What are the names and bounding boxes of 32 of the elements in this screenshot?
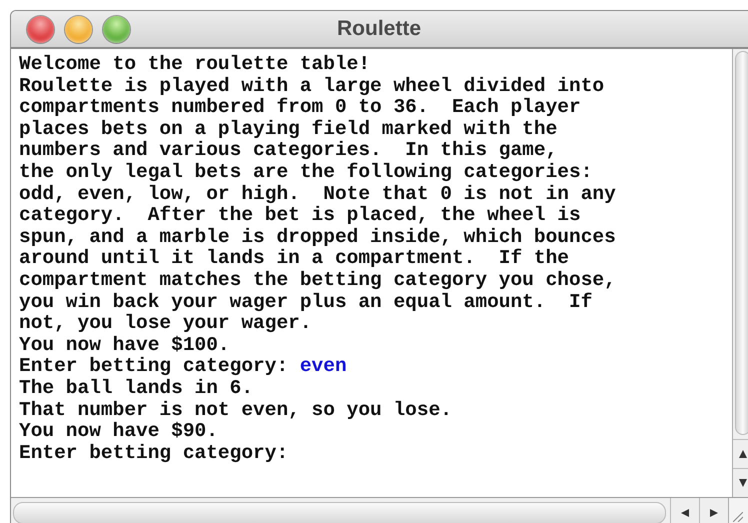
down-arrow-icon [738, 478, 748, 488]
up-arrow-icon [738, 449, 748, 459]
console-line: You now have $90. [19, 421, 219, 443]
console-line: You now have $100. [19, 334, 231, 356]
console-line: not, you lose your wager. [19, 313, 313, 335]
console-line: category. After the bet is placed, the wheel is [19, 205, 582, 227]
console-line: compartments numbered from 0 to 36. Each player [19, 97, 582, 119]
resize-grip-icon [733, 512, 743, 522]
console-line: places bets on a playing field marked with the [19, 118, 558, 140]
console-line: Welcome to the roulette table! [19, 54, 372, 76]
vertical-scrollbar[interactable] [732, 49, 748, 497]
right-arrow-icon [709, 508, 719, 518]
console-line: numbers and various categories. In this game, [19, 140, 558, 162]
scroll-thumb[interactable] [13, 502, 666, 523]
zoom-button[interactable] [103, 16, 130, 42]
console-line: Roulette is played with a large wheel divided into [19, 76, 606, 98]
console-line: you win back your wager plus an equal amount. If [19, 292, 594, 314]
close-button[interactable] [27, 16, 54, 42]
console-line: The ball lands in 6. [19, 378, 254, 400]
console-line: That number is not even, so you lose. [19, 400, 453, 422]
console-line: spun, and a marble is dropped inside, which bounces [19, 226, 617, 248]
scroll-thumb[interactable] [735, 51, 748, 435]
console-line: compartment matches the betting category you chose, [19, 270, 617, 292]
left-arrow-icon [680, 508, 690, 518]
console-line: odd, even, low, or high. Note that 0 is not in any [19, 184, 617, 206]
minimize-button[interactable] [65, 16, 92, 42]
window-title: Roulette [337, 17, 421, 41]
horizontal-scrollbar[interactable] [11, 498, 728, 523]
console-line: Enter betting category: even [19, 356, 348, 378]
console-line: Enter betting category: [19, 442, 290, 464]
console-line: the only legal bets are the following categories: [19, 162, 594, 184]
console-line: around until it lands in a compartment. If the [19, 248, 570, 270]
